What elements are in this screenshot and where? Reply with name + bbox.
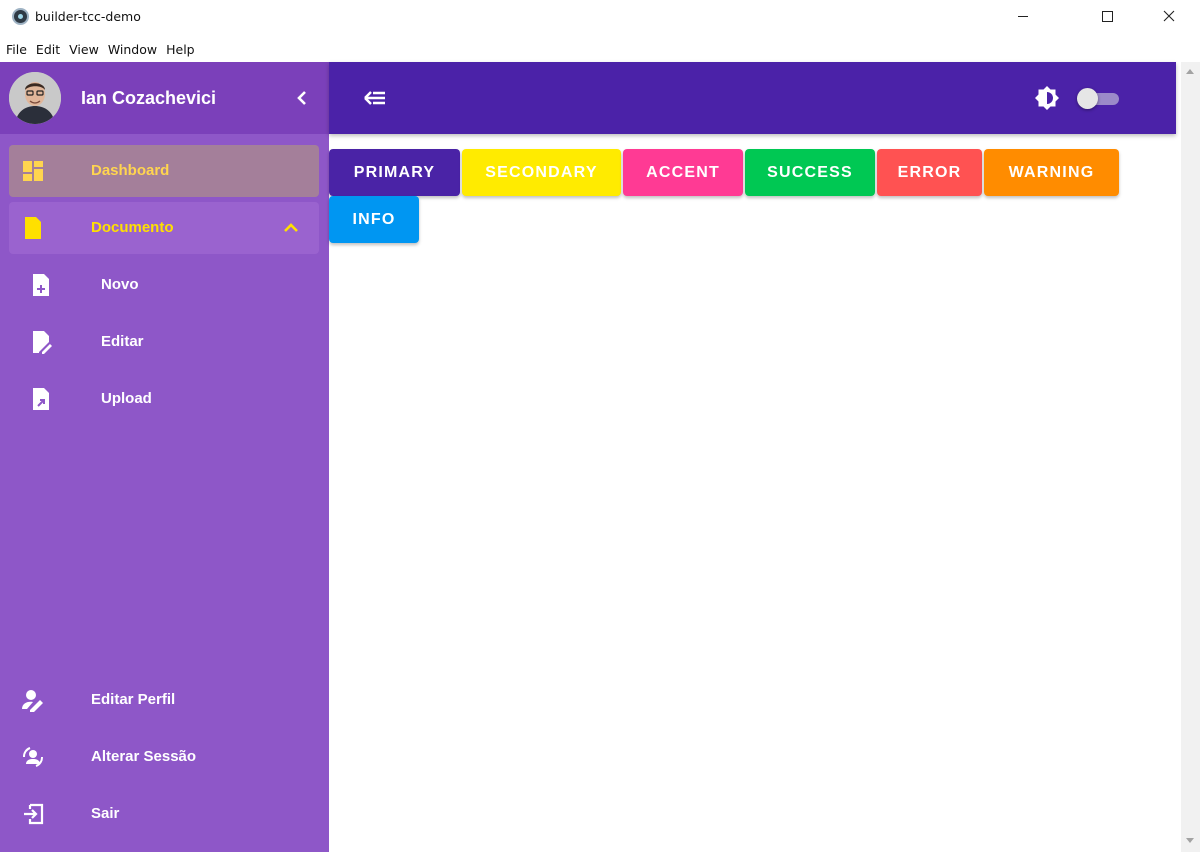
sidebar-subitem-upload[interactable]: Upload — [9, 373, 319, 425]
menu-file[interactable]: File — [6, 42, 27, 57]
scroll-up-icon[interactable] — [1186, 69, 1194, 74]
window-titlebar: builder-tcc-demo — [0, 0, 1200, 36]
sidebar-item-dashboard[interactable]: Dashboard — [9, 145, 319, 197]
toggle-thumb — [1077, 88, 1098, 109]
file-plus-icon — [33, 274, 49, 296]
document-icon — [25, 217, 41, 239]
sidebar-item-label: Upload — [101, 390, 152, 407]
sidebar-item-label: Alterar Sessão — [91, 748, 197, 765]
arrow-left-menu-icon[interactable] — [363, 86, 387, 110]
menu-view[interactable]: View — [69, 42, 99, 57]
sidebar-item-sair[interactable]: Sair — [9, 788, 319, 840]
info-button[interactable]: INFO — [329, 196, 419, 243]
success-button[interactable]: SUCCESS — [745, 149, 875, 196]
sidebar-item-label: Documento — [91, 219, 174, 236]
sidebar-header: Ian Cozachevici — [0, 62, 329, 134]
navigation-drawer: Ian Cozachevici Dashboard Documento Novo — [0, 62, 329, 852]
avatar[interactable] — [9, 72, 61, 124]
sidebar-item-label: Dashboard — [91, 162, 170, 179]
brightness-icon — [1035, 86, 1059, 110]
chevron-left-icon[interactable] — [292, 88, 312, 108]
chevron-up-icon — [284, 223, 298, 232]
menu-help[interactable]: Help — [166, 42, 195, 57]
app-bar — [329, 62, 1176, 134]
vertical-scrollbar[interactable] — [1181, 62, 1200, 852]
secondary-button[interactable]: SECONDARY — [462, 149, 621, 196]
accent-button[interactable]: ACCENT — [623, 149, 743, 196]
file-edit-icon — [33, 331, 52, 354]
sidebar-subitem-editar[interactable]: Editar — [9, 316, 319, 368]
sidebar-item-label: Editar — [101, 333, 144, 350]
error-button[interactable]: ERROR — [877, 149, 982, 196]
close-icon — [1163, 10, 1175, 22]
user-name: Ian Cozachevici — [81, 88, 217, 108]
sidebar-item-label: Editar Perfil — [91, 691, 176, 708]
primary-button[interactable]: PRIMARY — [329, 149, 460, 196]
scroll-down-icon[interactable] — [1186, 838, 1194, 843]
electron-icon — [12, 8, 29, 25]
warning-button[interactable]: WARNING — [984, 149, 1119, 196]
dashboard-icon — [23, 161, 43, 181]
maximize-button[interactable] — [1084, 0, 1130, 32]
sidebar-item-documento[interactable]: Documento — [9, 202, 319, 254]
switch-account-icon — [23, 747, 43, 767]
menu-window[interactable]: Window — [108, 42, 157, 57]
sidebar-item-alterar-sessao[interactable]: Alterar Sessão — [9, 731, 319, 783]
sidebar-item-label: Sair — [91, 805, 120, 822]
minimize-button[interactable] — [1000, 0, 1046, 32]
sidebar-item-label: Novo — [101, 276, 139, 293]
dark-mode-toggle[interactable] — [1077, 88, 1121, 109]
window-title: builder-tcc-demo — [35, 9, 141, 24]
minimize-icon — [1018, 15, 1028, 17]
maximize-icon — [1101, 10, 1113, 22]
menu-edit[interactable]: Edit — [36, 42, 60, 57]
logout-icon — [24, 803, 44, 825]
user-photo — [9, 72, 61, 124]
sidebar-item-editar-perfil[interactable]: Editar Perfil — [9, 674, 319, 726]
menu-bar: File Edit View Window Help — [0, 37, 204, 61]
sidebar-subitem-novo[interactable]: Novo — [9, 259, 319, 311]
file-upload-icon — [33, 388, 49, 410]
user-edit-icon — [22, 690, 43, 712]
color-button-row: PRIMARY SECONDARY ACCENT SUCCESS ERROR W… — [329, 149, 1149, 243]
close-button[interactable] — [1146, 0, 1192, 32]
